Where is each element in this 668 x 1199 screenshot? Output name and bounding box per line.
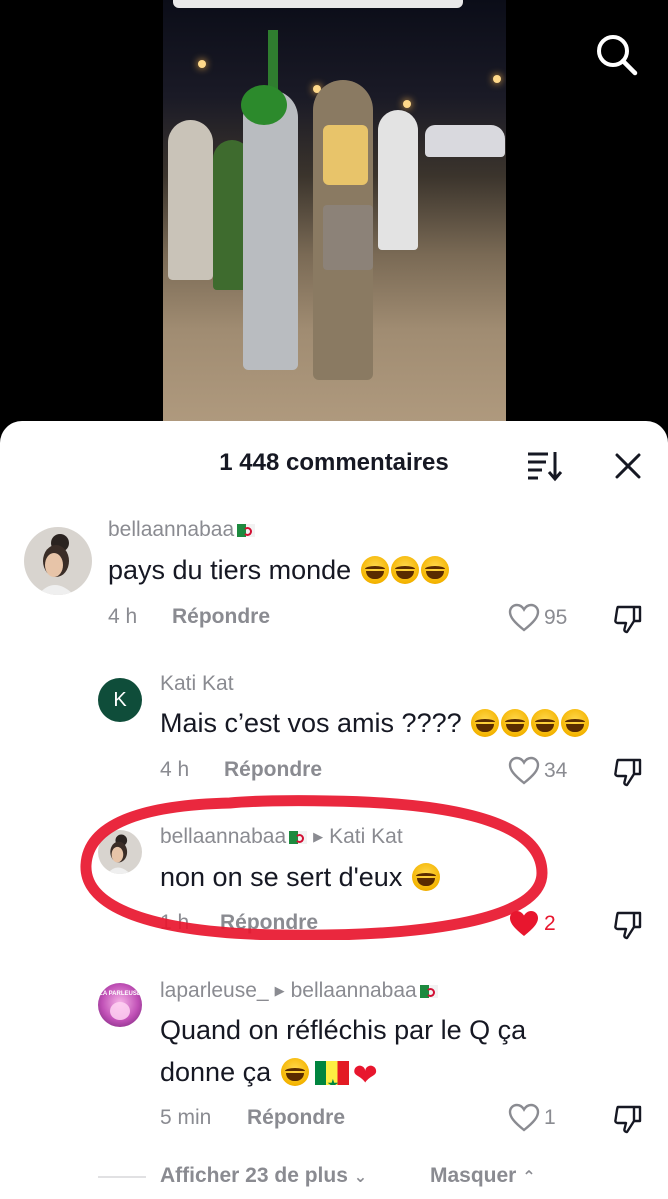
- reply-to-username[interactable]: bellaannabaa: [291, 979, 417, 1002]
- reply-to-username[interactable]: Kati Kat: [329, 825, 403, 848]
- comment-username[interactable]: bellaannabaa ▶ Kati Kat: [160, 825, 403, 849]
- comment-username[interactable]: bellaannabaa: [108, 518, 256, 542]
- comment-time: 5 min: [160, 1106, 212, 1129]
- avatar-photo: [107, 834, 131, 874]
- flag-banner: [268, 30, 278, 90]
- like-count: 2: [544, 912, 556, 935]
- close-icon[interactable]: [612, 450, 644, 482]
- algeria-flag-emoji: [289, 831, 308, 844]
- person-figure: [378, 110, 418, 250]
- video-player[interactable]: [0, 0, 668, 440]
- hide-label: Masquer: [430, 1164, 517, 1187]
- like-count: 95: [544, 606, 568, 629]
- comment-time: 4 h: [160, 758, 190, 781]
- sort-icon[interactable]: [524, 448, 564, 482]
- red-heart-emoji: ❤: [352, 1059, 378, 1092]
- comment-text-line: donne ça: [160, 1057, 272, 1087]
- tears-of-joy-emoji: [411, 863, 440, 891]
- reply-button[interactable]: Répondre: [172, 605, 270, 629]
- street-light: [493, 75, 501, 83]
- comments-header: 1 448 commentaires: [0, 421, 668, 507]
- comment-text-body: Mais c’est vos amis ????: [160, 708, 462, 738]
- divider-line: [98, 1176, 146, 1178]
- dislike-icon[interactable]: [612, 603, 644, 635]
- comment-text: Quand on réfléchis par le Q ça donne ça ❤: [160, 1009, 526, 1097]
- person-figure: [168, 120, 213, 280]
- person-skirt: [323, 205, 373, 270]
- avatar-photo: [38, 534, 74, 595]
- username-text: bellaannabaa: [160, 825, 287, 848]
- street-light: [403, 100, 411, 108]
- like-button[interactable]: 1: [508, 1103, 588, 1135]
- comment-text-body: pays du tiers monde: [108, 555, 352, 585]
- avatar[interactable]: [98, 830, 142, 874]
- heart-outline-icon: [508, 756, 540, 785]
- hide-replies-button[interactable]: Masquer ⌃: [430, 1164, 536, 1188]
- username-text: bellaannabaa: [108, 518, 235, 541]
- comment-time: 1 h: [160, 911, 190, 934]
- like-count: 34: [544, 759, 568, 782]
- comment-text-line: Quand on réfléchis par le Q ça: [160, 1015, 527, 1045]
- avatar-logo: LA PARLEUSE: [99, 991, 141, 1020]
- dislike-icon[interactable]: [612, 909, 644, 941]
- dislike-icon[interactable]: [612, 756, 644, 788]
- heart-outline-icon: [508, 603, 540, 632]
- tears-of-joy-emoji: [561, 709, 590, 737]
- reply-arrow-icon: ▶: [313, 829, 324, 844]
- algeria-flag-emoji: [237, 524, 256, 537]
- comment-username[interactable]: Kati Kat: [160, 672, 234, 696]
- show-more-label: Afficher 23 de plus: [160, 1164, 348, 1187]
- chevron-down-icon: ⌄: [353, 1169, 368, 1186]
- chevron-up-icon: ⌃: [522, 1169, 536, 1186]
- heart-outline-icon: [508, 1103, 540, 1132]
- comment-text: Mais c’est vos amis ????: [160, 702, 590, 744]
- tears-of-joy-emoji: [531, 709, 560, 737]
- person-figure: [243, 90, 298, 370]
- comment-time: 4 h: [108, 605, 138, 628]
- like-count: 1: [544, 1106, 556, 1129]
- person-hat: [241, 85, 287, 125]
- tears-of-joy-emoji: [501, 709, 530, 737]
- tears-of-joy-emoji: [420, 556, 449, 584]
- tears-of-joy-emoji: [390, 556, 419, 584]
- tears-of-joy-emoji: [360, 556, 389, 584]
- comment-count-title: 1 448 commentaires: [219, 449, 449, 476]
- search-icon[interactable]: [592, 30, 640, 78]
- comment-username[interactable]: laparleuse_ ▶ bellaannabaa: [160, 979, 438, 1003]
- avatar[interactable]: [24, 527, 92, 595]
- avatar[interactable]: K: [98, 678, 142, 722]
- algeria-flag-emoji: [419, 985, 438, 998]
- reply-button[interactable]: Répondre: [220, 911, 318, 935]
- video-frame[interactable]: [163, 0, 506, 440]
- comment-text: pays du tiers monde: [108, 549, 449, 591]
- avatar[interactable]: LA PARLEUSE: [98, 983, 142, 1027]
- senegal-flag-emoji: [314, 1061, 349, 1085]
- username-text: laparleuse_: [160, 979, 269, 1002]
- parked-car: [425, 125, 505, 157]
- dislike-icon[interactable]: [612, 1103, 644, 1135]
- show-more-replies-button[interactable]: Afficher 23 de plus ⌄: [160, 1164, 367, 1188]
- comment-text: non on se sert d'eux: [160, 856, 440, 898]
- reply-arrow-icon: ▶: [274, 983, 285, 998]
- street-light: [198, 60, 206, 68]
- tears-of-joy-emoji: [280, 1058, 309, 1086]
- like-button[interactable]: 2: [508, 909, 588, 941]
- reply-button[interactable]: Répondre: [224, 758, 322, 782]
- like-button[interactable]: 34: [508, 756, 588, 788]
- heart-filled-icon: [510, 911, 538, 936]
- tears-of-joy-emoji: [471, 709, 500, 737]
- video-caption-overlay: [173, 0, 463, 8]
- reply-button[interactable]: Répondre: [247, 1106, 345, 1130]
- avatar-logo-text: LA PARLEUSE: [99, 991, 141, 997]
- person-top: [323, 125, 368, 185]
- comment-text-body: non on se sert d'eux: [160, 862, 403, 892]
- like-button[interactable]: 95: [508, 603, 588, 635]
